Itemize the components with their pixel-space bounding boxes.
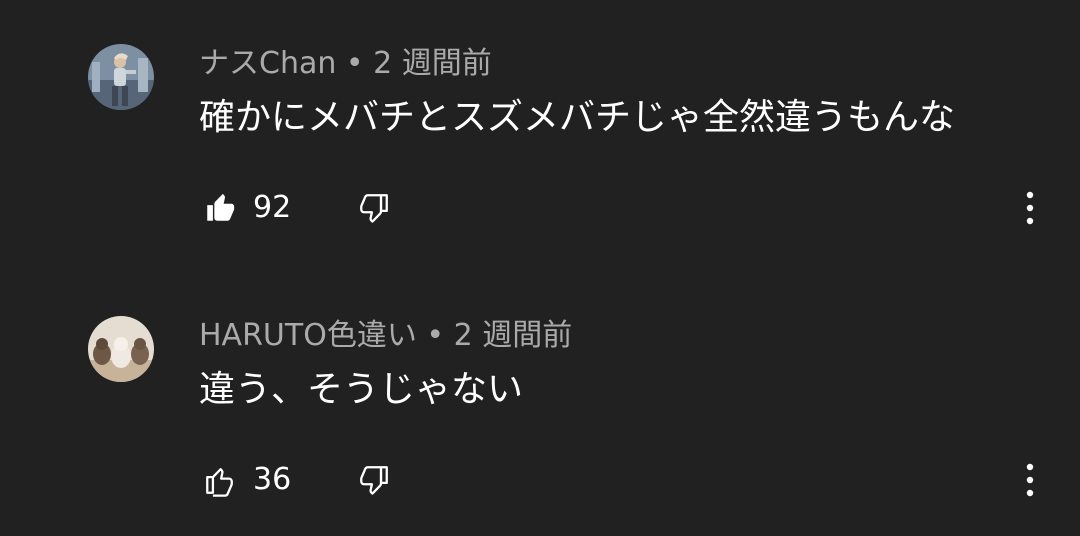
avatar-photo [88,44,154,110]
comment-time: 2 週間前 [453,318,573,353]
meta-separator: • [416,318,454,353]
comment-time: 2 週間前 [373,46,492,81]
avatar[interactable] [88,316,154,382]
like-count: 36 [253,462,292,497]
comment-text: 違う、そうじゃない [199,369,524,410]
avatar-photo [88,316,154,382]
meta-separator: • [336,46,374,81]
author-name[interactable]: HARUTO色違い [199,318,417,353]
more-vertical-icon [1026,191,1034,225]
thumbs-down-icon [360,466,388,495]
more-vertical-icon [1026,463,1034,497]
comment-item: ナスChan • 2 週間前 確かにメバチとスズメバチじゃ全然違うもんな 92 [0,0,1080,250]
thumbs-up-icon [206,468,233,497]
comment-text: 確かにメバチとスズメバチじゃ全然違うもんな [199,97,956,138]
avatar[interactable] [88,44,154,110]
more-options-button[interactable] [1010,458,1050,502]
author-name[interactable]: ナスChan [199,46,336,81]
thumbs-down-icon [360,194,388,223]
comment-meta: HARUTO色違い • 2 週間前 [199,316,572,356]
like-count: 92 [253,190,292,225]
like-button[interactable] [198,186,242,230]
dislike-button[interactable] [352,458,396,502]
thumbs-up-icon [207,193,235,221]
comment-item: HARUTO色違い • 2 週間前 違う、そうじゃない 36 [0,272,1080,522]
comment-meta: ナスChan • 2 週間前 [199,44,492,84]
like-button[interactable] [198,458,242,502]
dislike-button[interactable] [352,186,396,230]
more-options-button[interactable] [1010,186,1050,230]
